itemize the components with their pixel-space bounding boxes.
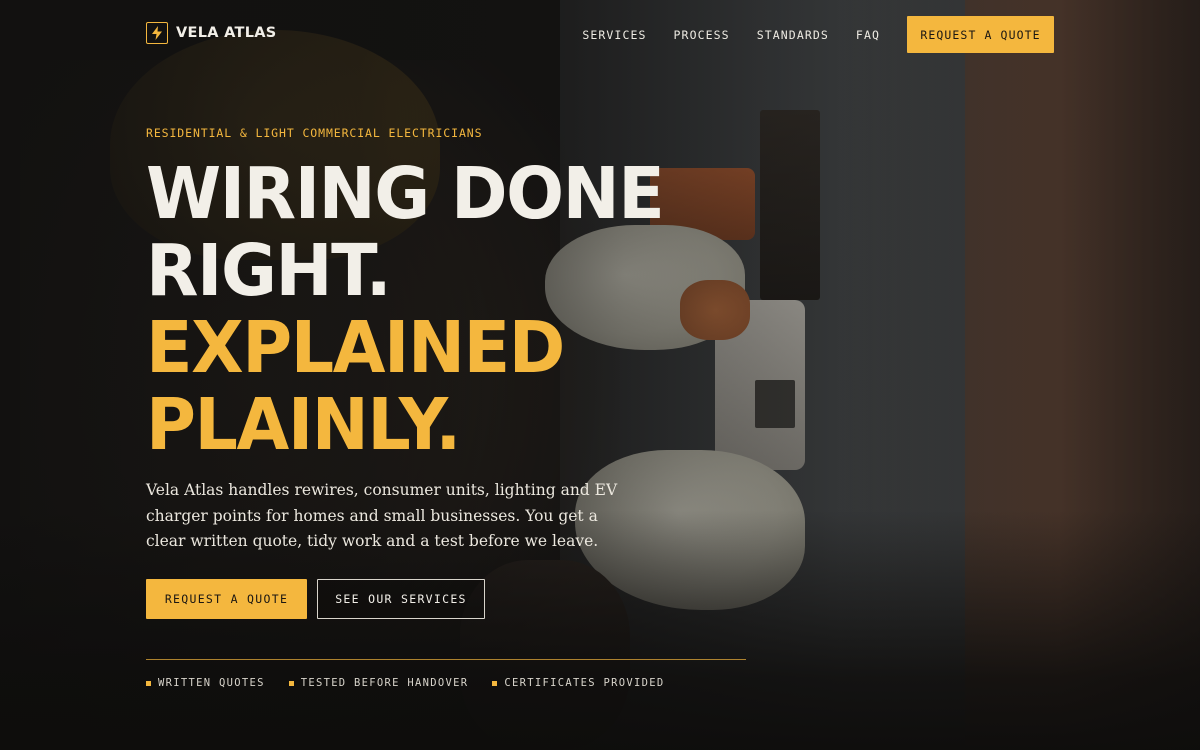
square-bullet-icon <box>146 680 151 686</box>
lightning-bolt-icon <box>146 22 168 44</box>
nav-links: SERVICES PROCESS STANDARDS FAQ REQUEST A… <box>582 16 1054 53</box>
square-bullet-icon <box>492 680 498 686</box>
headline-line-1: WIRING DONE <box>146 152 665 235</box>
trust-item-tested: TESTED BEFORE HANDOVER <box>288 677 469 689</box>
square-bullet-icon <box>288 680 294 686</box>
trust-list: WRITTEN QUOTES TESTED BEFORE HANDOVER CE… <box>146 677 664 689</box>
nav-link-standards[interactable]: STANDARDS <box>757 28 829 42</box>
hero-content: VELA ATLAS SERVICES PROCESS STANDARDS FA… <box>0 0 1200 750</box>
top-nav: VELA ATLAS SERVICES PROCESS STANDARDS FA… <box>146 16 1054 54</box>
hero-cta-row: REQUEST A QUOTE SEE OUR SERVICES <box>146 579 485 619</box>
brand-name: VELA ATLAS <box>176 25 277 41</box>
trust-label: TESTED BEFORE HANDOVER <box>300 677 469 689</box>
headline-line-4: PLAINLY. <box>146 383 461 466</box>
brand-logo-link[interactable]: VELA ATLAS <box>146 22 277 44</box>
nav-request-quote-button[interactable]: REQUEST A QUOTE <box>907 16 1054 53</box>
trust-label: WRITTEN QUOTES <box>158 677 265 689</box>
trust-label: CERTIFICATES PROVIDED <box>504 677 665 689</box>
trust-item-written-quotes: WRITTEN QUOTES <box>146 677 265 689</box>
hero-description: Vela Atlas handles rewires, consumer uni… <box>146 481 618 550</box>
nav-link-process[interactable]: PROCESS <box>674 28 730 42</box>
headline-line-3: EXPLAINED <box>146 306 565 389</box>
nav-link-services[interactable]: SERVICES <box>582 28 646 42</box>
trust-item-certificates: CERTIFICATES PROVIDED <box>492 677 664 689</box>
see-services-button[interactable]: SEE OUR SERVICES <box>317 579 485 619</box>
trust-divider <box>146 659 746 660</box>
request-quote-button[interactable]: REQUEST A QUOTE <box>146 579 307 619</box>
hero-eyebrow: RESIDENTIAL & LIGHT COMMERCIAL ELECTRICI… <box>146 126 483 140</box>
headline-line-2: RIGHT. <box>146 229 392 312</box>
nav-link-faq[interactable]: FAQ <box>856 28 880 42</box>
hero-headline: WIRING DONE RIGHT. EXPLAINED PLAINLY. <box>146 152 665 466</box>
